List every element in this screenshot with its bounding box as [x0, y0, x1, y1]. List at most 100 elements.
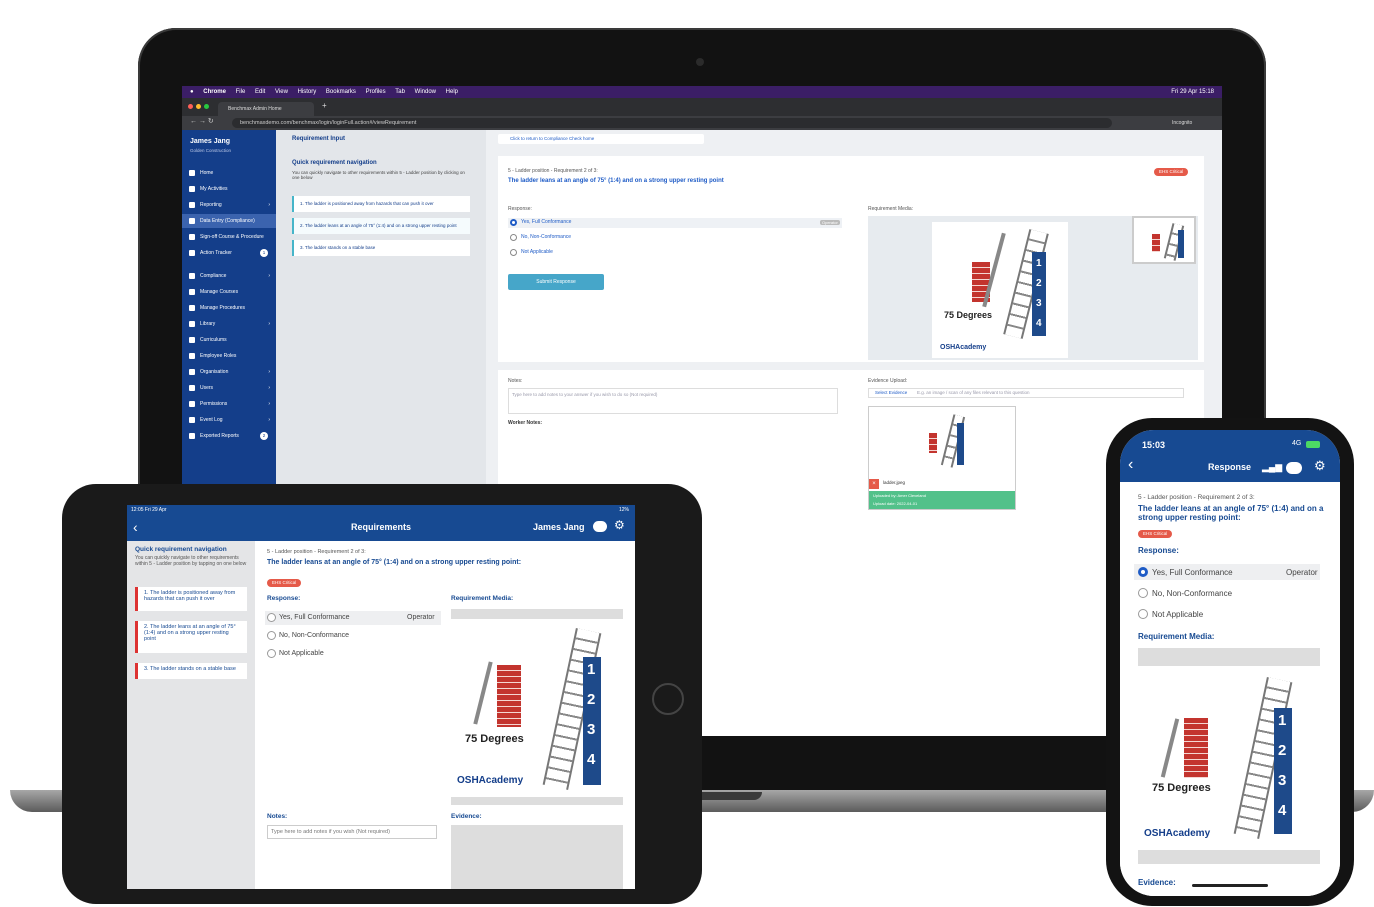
clock-icon: [189, 417, 195, 423]
folder-icon: [189, 337, 195, 343]
sidebar-item-my-activities[interactable]: My Activities: [182, 182, 276, 196]
sidebar-item-compliance[interactable]: Compliance ›: [182, 269, 276, 283]
menu-history[interactable]: History: [298, 89, 317, 95]
evidence-picker: Select Evidence E.g. an image / scan of …: [868, 388, 1184, 398]
brick-wall-graphic: [929, 433, 937, 453]
menu-view[interactable]: View: [275, 89, 288, 95]
requirement-step-1[interactable]: 1. The ladder is positioned away from ha…: [292, 196, 470, 212]
ladder-illustration[interactable]: 1 2 3 4 75 Degrees OSHAcademy: [932, 222, 1068, 358]
back-forward-reload-icons[interactable]: ← → ↻: [190, 117, 214, 125]
menu-file[interactable]: File: [236, 89, 246, 95]
home-indicator[interactable]: [1192, 884, 1268, 887]
select-evidence-button[interactable]: Select Evidence: [875, 390, 907, 395]
tablet-radio-yes[interactable]: [267, 613, 276, 622]
sidebar-item-organisation[interactable]: Organisation ›: [182, 365, 276, 379]
address-bar[interactable]: benchmaxdemo.com/benchmax/login/loginFul…: [232, 118, 1112, 128]
tablet-evidence-area[interactable]: [451, 825, 623, 889]
close-window-icon[interactable]: [188, 104, 193, 109]
sidebar-item-label: Manage Procedures: [200, 305, 246, 311]
sidebar-item-reporting[interactable]: Reporting ›: [182, 198, 276, 212]
tablet-step-1[interactable]: 1. The ladder is positioned away from ha…: [135, 587, 247, 611]
option-na-label[interactable]: Not Applicable: [521, 249, 553, 255]
gear-icon[interactable]: ⚙: [1314, 458, 1326, 474]
tablet-option-no[interactable]: No, Non-Conformance: [279, 632, 349, 639]
cloud-upload-icon[interactable]: [1286, 462, 1302, 474]
chevron-right-icon: ›: [268, 369, 270, 375]
menu-tab[interactable]: Tab: [395, 89, 405, 95]
file-name: ladder.jpeg: [883, 480, 906, 485]
incognito-label[interactable]: Incognito: [1172, 118, 1192, 128]
apple-icon[interactable]: ●: [190, 89, 194, 95]
menu-help[interactable]: Help: [446, 89, 458, 95]
sidebar-item-permissions[interactable]: Permissions ›: [182, 397, 276, 411]
tablet-option-na[interactable]: Not Applicable: [279, 650, 324, 657]
tablet-option-yes[interactable]: Yes, Full Conformance: [279, 614, 350, 621]
tablet-step-2[interactable]: 2. The ladder leans at an angle of 75° (…: [135, 621, 247, 653]
sidebar-item-action-tracker[interactable]: Action Tracker 1: [182, 246, 276, 260]
ladder-leaning-graphic: [1160, 718, 1180, 778]
sidebar-item-label: Data Entry (Compliance): [200, 218, 255, 224]
media-thumbnail[interactable]: [1132, 216, 1196, 264]
wall-numbers-graphic: [1178, 230, 1184, 258]
tablet-step-3[interactable]: 3. The ladder stands on a stable base: [135, 663, 247, 679]
sidebar-item-curriculums[interactable]: Curriculums: [182, 333, 276, 347]
sidebar-item-employee-roles[interactable]: Employee Roles: [182, 349, 276, 363]
minimize-window-icon[interactable]: [196, 104, 201, 109]
sidebar-item-home[interactable]: Home: [182, 166, 276, 180]
phone-radio-na[interactable]: [1138, 609, 1148, 619]
option-no-label[interactable]: No, Non-Conformance: [521, 234, 571, 240]
sidebar-item-manage-courses[interactable]: Manage Courses: [182, 285, 276, 299]
phone-radio-no[interactable]: [1138, 588, 1148, 598]
menu-edit[interactable]: Edit: [255, 89, 265, 95]
tablet-radio-no[interactable]: [267, 631, 276, 640]
ladder-number-4: 4: [1036, 318, 1042, 329]
menu-chrome[interactable]: Chrome: [203, 89, 226, 95]
menu-bookmarks[interactable]: Bookmarks: [326, 89, 356, 95]
sidebar-item-manage-procedures[interactable]: Manage Procedures: [182, 301, 276, 315]
laptop-camera: [696, 58, 704, 66]
phone-status-time: 15:03: [1142, 440, 1166, 450]
tablet-nav-panel: Quick requirement navigation You can qui…: [127, 541, 255, 889]
sidebar-item-exported-reports[interactable]: Exported Reports 2: [182, 429, 276, 443]
phone-requirement-title: The ladder leans at an angle of 75° (1:4…: [1138, 504, 1324, 522]
sidebar-item-users[interactable]: Users ›: [182, 381, 276, 395]
return-link[interactable]: Click to return to Compliance Check home: [498, 134, 704, 144]
back-chevron-icon[interactable]: ‹: [1128, 456, 1133, 474]
remove-file-icon[interactable]: ×: [869, 479, 879, 489]
phone-option-yes[interactable]: Yes, Full Conformance: [1152, 568, 1233, 577]
sidebar-org-name: Golden Construction: [190, 148, 232, 153]
new-tab-icon[interactable]: +: [322, 101, 327, 110]
tablet-notes-input[interactable]: Type here to add notes if you wish (Not …: [267, 825, 437, 839]
radio-na[interactable]: [510, 249, 517, 256]
sidebar-item-event-log[interactable]: Event Log ›: [182, 413, 276, 427]
cloud-upload-icon[interactable]: [593, 521, 607, 532]
submit-response-button[interactable]: Submit Response: [508, 274, 604, 290]
requirement-step-2[interactable]: 2. The ladder leans at an angle of 75° (…: [292, 218, 470, 234]
radio-no[interactable]: [510, 234, 517, 241]
option-yes-label[interactable]: Yes, Full Conformance: [521, 219, 571, 225]
requirement-step-3[interactable]: 3. The ladder stands on a stable base: [292, 240, 470, 256]
evidence-file-card[interactable]: × ladder.jpeg Uploaded by: Amer Clevelan…: [868, 406, 1016, 510]
phone-option-na[interactable]: Not Applicable: [1152, 610, 1203, 619]
phone-option-no[interactable]: No, Non-Conformance: [1152, 589, 1232, 598]
tablet-ehs-badge: EHS Critical: [267, 579, 302, 587]
browser-tab[interactable]: Benchmax Admin Home: [218, 102, 314, 116]
notes-input[interactable]: Type here to add notes to your answer if…: [508, 388, 838, 414]
phone-radio-yes[interactable]: [1138, 567, 1148, 577]
maximize-window-icon[interactable]: [204, 104, 209, 109]
menu-window[interactable]: Window: [415, 89, 436, 95]
phone-header-title: Response: [1208, 462, 1252, 472]
tablet-ladder-illustration[interactable]: 1 2 3 4 75 Degrees OSHAcademy: [451, 621, 623, 797]
phone-media-bar: [1138, 648, 1320, 666]
tablet-radio-na[interactable]: [267, 649, 276, 658]
sidebar-item-data-entry[interactable]: Data Entry (Compliance): [182, 214, 276, 228]
tablet-home-button[interactable]: [652, 683, 684, 715]
sidebar-item-sign-off[interactable]: Sign-off Course & Procedure: [182, 230, 276, 244]
phone-ladder-illustration[interactable]: 1 2 3 4 75 Degrees OSHAcademy: [1138, 668, 1320, 848]
sidebar-item-library[interactable]: Library ›: [182, 317, 276, 331]
sidebar-item-label: Home: [200, 170, 214, 176]
radio-yes[interactable]: [510, 219, 517, 226]
ehs-critical-badge: EHS Critical: [1154, 168, 1189, 176]
gear-icon[interactable]: ⚙: [614, 518, 625, 532]
menu-profiles[interactable]: Profiles: [366, 89, 386, 95]
